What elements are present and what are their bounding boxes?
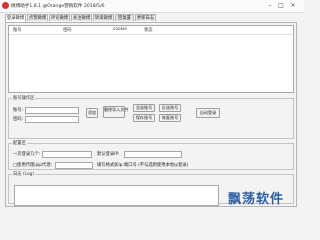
use-proxy-checkbox[interactable]: □使用代理ip: [13, 162, 38, 168]
password-label: 密码:: [13, 117, 24, 122]
account-ops-group: 账号操作区 账号: 密码: 添加 删除导入文件 全选账号 反选账号 保存账号 恢…: [8, 95, 294, 139]
login-per-input[interactable]: [42, 151, 92, 158]
account-label: 账号:: [13, 108, 24, 113]
tab-login[interactable]: 登录微博: [5, 14, 26, 22]
window-title: 微博助手1.8.1 @Orange营销软件 2018/5/6: [11, 4, 105, 9]
settings-group: 配置区 一次登录几个: 默认登录IP: □使用代理ip ip代理: 填写格式如i…: [8, 140, 294, 170]
invert-select-button[interactable]: 反选账号: [159, 104, 181, 112]
select-all-button[interactable]: 全选账号: [133, 104, 155, 112]
login-per-label: 一次登录几个:: [13, 152, 41, 157]
column-status[interactable]: 状态: [144, 27, 153, 33]
main-panel: 账号 密码 cookie 状态 账号操作区 账号: 密码: 添加 删除导入文件 …: [5, 22, 297, 207]
column-cookie[interactable]: cookie: [113, 27, 127, 32]
account-ops-label: 账号操作区: [13, 96, 35, 101]
title-bar: 微博助手1.8.1 @Orange营销软件 2018/5/6 – □ ×: [0, 0, 304, 13]
close-button[interactable]: ×: [289, 2, 297, 9]
auto-login-button[interactable]: 自动登录: [196, 108, 220, 118]
log-textarea[interactable]: [14, 185, 219, 206]
tab-like[interactable]: 点赞微博: [27, 14, 48, 21]
tab-reply[interactable]: 回复置: [115, 14, 134, 21]
account-input[interactable]: [25, 107, 79, 114]
app-logo-icon: [2, 2, 9, 9]
proxy-ip-label: ip代理:: [38, 163, 52, 168]
default-login-label: 默认登录IP:: [97, 152, 120, 157]
tab-comment[interactable]: 评论微博: [49, 14, 70, 21]
log-label: 日志 (Log): [13, 172, 34, 177]
save-account-button[interactable]: 保存账号: [133, 114, 155, 122]
account-table[interactable]: 账号 密码 cookie 状态: [8, 25, 294, 93]
settings-label: 配置区: [13, 141, 26, 146]
tab-changelog[interactable]: 更新日志: [135, 14, 156, 21]
tab-repost[interactable]: 转发微博: [93, 14, 114, 21]
site-watermark: 飘荡软件: [228, 192, 285, 207]
maximize-button[interactable]: □: [277, 2, 285, 9]
default-login-input[interactable]: [124, 151, 182, 158]
restore-account-button[interactable]: 恢复账号: [159, 114, 181, 122]
minimize-button[interactable]: –: [266, 2, 274, 9]
column-account[interactable]: 账号: [13, 27, 22, 33]
proxy-format-note: 填写格式如ip:端口号 (不勾选则使用本地ip登录): [97, 163, 189, 168]
tab-follow[interactable]: 关注微博: [71, 14, 92, 21]
import-file-button[interactable]: 删除导入文件: [103, 106, 129, 118]
account-table-header: 账号 密码 cookie 状态: [9, 26, 293, 35]
proxy-ip-input[interactable]: [55, 162, 93, 169]
column-password[interactable]: 密码: [63, 27, 72, 33]
add-account-button[interactable]: 添加: [86, 108, 98, 118]
password-input[interactable]: [25, 116, 79, 123]
